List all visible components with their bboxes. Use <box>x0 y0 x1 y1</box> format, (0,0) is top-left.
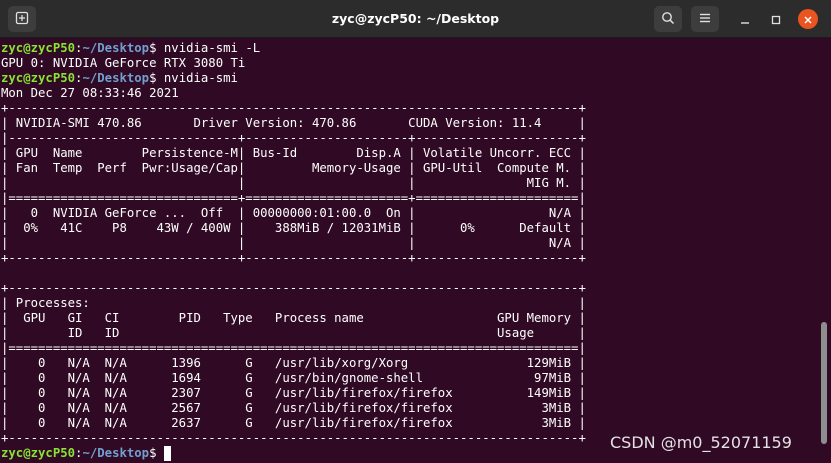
smi-line: +---------------------------------------… <box>1 281 586 295</box>
prompt-line-1: zyc@zycP50:~/Desktop$ nvidia-smi -L <box>1 41 831 56</box>
minimize-icon <box>740 10 750 29</box>
maximize-icon <box>771 10 781 29</box>
smi-line: +-------------------------------+-------… <box>1 251 586 265</box>
terminal-output[interactable]: zyc@zycP50:~/Desktop$ nvidia-smi -L GPU … <box>0 38 831 463</box>
smi-line: | ID ID Usage | <box>1 326 586 340</box>
menu-button[interactable] <box>691 6 719 32</box>
smi-line: |=======================================… <box>1 341 586 355</box>
smi-line: |-------------------------------+-------… <box>1 131 586 145</box>
prompt-symbol: $ <box>149 71 157 85</box>
smi-line: | 0 NVIDIA GeForce ... Off | 00000000:01… <box>1 206 586 220</box>
vertical-scrollbar[interactable] <box>821 322 827 444</box>
prompt-line-2: zyc@zycP50:~/Desktop$ nvidia-smi <box>1 71 831 86</box>
process-row: | 0 N/A N/A 2307 G /usr/lib/firefox/fire… <box>1 386 586 400</box>
smi-line: | | | N/A | <box>1 236 586 250</box>
process-row: | 0 N/A N/A 1396 G /usr/lib/xorg/Xorg 12… <box>1 356 586 370</box>
process-row: | 0 N/A N/A 2567 G /usr/lib/firefox/fire… <box>1 401 586 415</box>
minimize-button[interactable] <box>735 9 755 29</box>
process-row: | 0 N/A N/A 2637 G /usr/lib/firefox/fire… <box>1 416 586 430</box>
smi-line: | GPU GI CI PID Type Process name GPU Me… <box>1 311 586 325</box>
prompt-path: ~/Desktop <box>82 71 150 85</box>
prompt-path: ~/Desktop <box>82 446 150 460</box>
close-icon <box>803 10 813 29</box>
search-icon <box>661 10 675 29</box>
close-button[interactable] <box>798 9 818 29</box>
prompt-symbol: $ <box>149 446 157 460</box>
prompt-symbol: $ <box>149 41 157 55</box>
prompt-user-host: zyc@zycP50 <box>1 41 76 55</box>
prompt-user-host: zyc@zycP50 <box>1 446 76 460</box>
smi-line: |===============================+=======… <box>1 191 586 205</box>
smi-line: | Fan Temp Perf Pwr:Usage/Cap| Memory-Us… <box>1 161 586 175</box>
search-button[interactable] <box>654 6 682 32</box>
smi-line: | | | MIG M. | <box>1 176 586 190</box>
prompt-path: ~/Desktop <box>82 41 150 55</box>
terminal-window: zyc@zycP50: ~/Desktop zyc@zycP50:~/Deskt… <box>0 0 831 463</box>
text-cursor <box>163 446 171 461</box>
csdn-watermark: CSDN @m0_52071159 <box>610 433 792 452</box>
smi-line: | Processes: | <box>1 296 586 310</box>
command-text: nvidia-smi -L <box>163 41 261 55</box>
prompt-user-host: zyc@zycP50 <box>1 71 76 85</box>
process-row: | 0 N/A N/A 1694 G /usr/bin/gnome-shell … <box>1 371 586 385</box>
hamburger-menu-icon <box>698 10 712 29</box>
timestamp-output: Mon Dec 27 08:33:46 2021 <box>1 86 179 100</box>
gpu-list-output: GPU 0: NVIDIA GeForce RTX 3080 Ti <box>1 56 246 70</box>
smi-line: | NVIDIA-SMI 470.86 Driver Version: 470.… <box>1 116 586 130</box>
title-bar[interactable]: zyc@zycP50: ~/Desktop <box>0 0 831 38</box>
smi-line: +---------------------------------------… <box>1 101 586 115</box>
smi-line: | 0% 41C P8 43W / 400W | 388MiB / 12031M… <box>1 221 586 235</box>
nvidia-smi-table: +---------------------------------------… <box>1 101 831 446</box>
command-text: nvidia-smi <box>163 71 238 85</box>
smi-line <box>1 266 831 281</box>
maximize-button[interactable] <box>766 9 786 29</box>
smi-line: | GPU Name Persistence-M| Bus-Id Disp.A … <box>1 146 586 160</box>
